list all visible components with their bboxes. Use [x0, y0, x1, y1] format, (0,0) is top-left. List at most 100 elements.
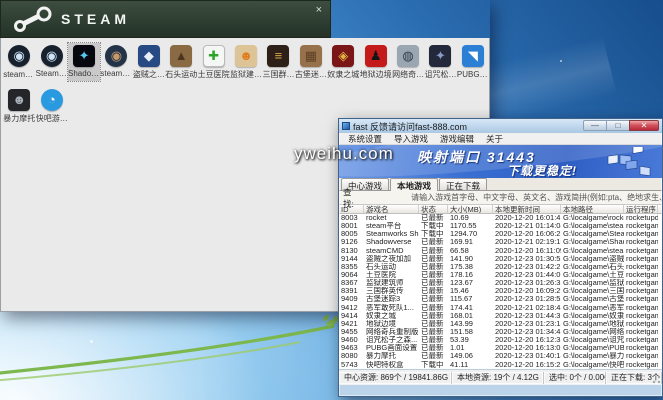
table-cell: 快吧特权盒 — [364, 361, 419, 369]
table-cell: rocket — [364, 214, 419, 222]
table-cell: 8130 — [339, 247, 364, 255]
table-row[interactable]: 8003rocket已最新10.692020-12-20 16:01:41G:\… — [339, 214, 662, 222]
table-row[interactable]: 8001steam平台下载中1170.552020-12-21 01:14:04… — [339, 222, 662, 230]
table-cell: 8003 — [339, 214, 364, 222]
table-row[interactable]: 9126Shadowverse已最新169.912020-12-21 02:19… — [339, 238, 662, 246]
table-row[interactable]: 9455网络奇兵重制版已最新151.582020-12-23 01:34:43G… — [339, 328, 662, 336]
table-cell: G:\localgame\网络奇兵重制... — [561, 328, 624, 336]
downloader-titlebar[interactable]: fast 反馈请访问fast-888.com —□✕ — [339, 119, 662, 133]
close-icon[interactable]: × — [316, 4, 322, 16]
table-cell: rocketgame.exe — [624, 336, 658, 344]
table-cell: 2020-12-20 16:09:29 — [493, 287, 561, 295]
slave-city-icon: ◈ — [332, 45, 354, 67]
app-shortcut[interactable]: ◍网络奇兵.. — [392, 43, 424, 81]
app-shortcut[interactable]: ◆盗贼之夜... — [133, 43, 165, 81]
maximize-button[interactable]: □ — [606, 120, 629, 131]
table-row[interactable]: 8367监狱建筑师已最新123.672020-12-23 01:26:32G:\… — [339, 279, 662, 287]
table-cell: 2020-12-21 02:19:16 — [493, 238, 561, 246]
table-row[interactable]: 9463PUBG画面设置已最新1.012020-12-20 16:13:02G:… — [339, 344, 662, 352]
limbo-icon: ♟ — [365, 45, 387, 67]
castle-mystery-icon: ▦ — [300, 45, 322, 67]
menu-item[interactable]: 关于 — [480, 133, 509, 145]
table-cell: 已最新 — [419, 320, 448, 328]
column-header[interactable]: ID — [339, 205, 364, 213]
table-row[interactable]: 8130steamCMD已最新66.582020-12-20 16:11:09G… — [339, 247, 662, 255]
app-shortcut[interactable]: ▦古堡迷踪③ — [295, 43, 327, 81]
app-shortcut-label: 地狱边境 — [360, 69, 392, 80]
menu-item[interactable]: 游戏编辑 — [434, 133, 480, 145]
table-cell: 9144 — [339, 255, 364, 263]
app-shortcut[interactable]: ♟ 地狱边境 — [359, 43, 391, 81]
minimize-button[interactable]: — — [583, 120, 606, 131]
app-shortcut[interactable]: ◉Steamwo... — [35, 43, 67, 81]
app-shortcut[interactable]: ◥PUBG图.. — [457, 43, 489, 81]
table-row[interactable]: 9421地狱边境已最新143.992020-12-23 01:23:13G:\l… — [339, 320, 662, 328]
steam-window-titlebar[interactable]: STEAM × — [0, 0, 331, 38]
boxes-graphic-icon — [602, 147, 654, 177]
app-shortcut[interactable]: ☻暴力摩托 — [3, 87, 36, 125]
menu-item[interactable]: 导入游戏 — [388, 133, 434, 145]
table-cell: 1.01 — [448, 344, 493, 352]
column-header[interactable]: 游戏名 — [364, 205, 419, 213]
table-cell: 已最新 — [419, 344, 448, 352]
table-row[interactable]: 8391三国群英传已最新15.462020-12-20 16:09:29G:\l… — [339, 287, 662, 295]
app-shortcut-label: 网络奇兵.. — [392, 69, 424, 80]
app-shortcut[interactable]: ◈奴隶之城 — [327, 43, 359, 81]
table-cell: 石头运动 — [364, 263, 419, 271]
table-cell: rocketgame.exe — [624, 279, 658, 287]
table-row[interactable]: 9414奴隶之城已最新168.012020-12-23 01:44:31G:\l… — [339, 312, 662, 320]
column-header[interactable]: 运行程序 — [624, 205, 658, 213]
app-shortcut[interactable]: ▲石头运动 — [165, 43, 197, 81]
close-button[interactable]: ✕ — [629, 120, 659, 131]
app-shortcut[interactable]: ✚土豆医院 — [197, 43, 229, 81]
app-shortcut[interactable]: ☻监狱建筑师 — [230, 43, 262, 81]
window-title: fast 反馈请访问fast-888.com — [353, 120, 467, 133]
table-cell: 地狱边境 — [364, 320, 419, 328]
table-cell: rocketgame.exe — [624, 344, 658, 352]
status-segment: 选中: 0个 / 0.00G — [544, 372, 606, 384]
watermark: yweihu.com — [294, 144, 394, 164]
table-cell: 8001 — [339, 222, 364, 230]
table-cell: 9409 — [339, 295, 364, 303]
table-row[interactable]: 9144盗贼之夜加加已最新141.902020-12-23 01:30:53G:… — [339, 255, 662, 263]
table-cell: G:\localgame\土豆医院\ — [561, 271, 624, 279]
table-cell: 8391 — [339, 287, 364, 295]
table-row[interactable]: 8355石头运动已最新175.382020-12-23 01:42:21G:\l… — [339, 263, 662, 271]
table-cell: 9455 — [339, 328, 364, 336]
table-cell: 174.41 — [448, 304, 493, 312]
table-cell: 2020-12-23 01:30:53 — [493, 255, 561, 263]
column-header[interactable]: 本地更新时间 — [493, 205, 561, 213]
column-header[interactable]: 本地路径 — [561, 205, 624, 213]
games-table: ID游戏名状态大小(MB)本地更新时间本地路径运行程序 8003rocket已最… — [339, 205, 662, 369]
tab-正在下载[interactable]: 正在下载 — [439, 178, 487, 190]
app-shortcut[interactable]: ≡三国群英传 — [262, 43, 294, 81]
potato-hospital-icon: ✚ — [203, 45, 225, 67]
tab-本地游戏[interactable]: 本地游戏 — [390, 178, 438, 191]
resize-grip[interactable] — [652, 375, 661, 384]
app-shortcut[interactable]: ✦诅咒松子.. — [424, 43, 456, 81]
column-header[interactable]: 状态 — [419, 205, 448, 213]
table-row[interactable]: 9064土豆医院已最新178.162020-12-23 01:44:06G:\l… — [339, 271, 662, 279]
table-row[interactable]: 5743快吧特权盒下载中41.112020-12-20 16:15:27G:\l… — [339, 361, 662, 369]
table-row[interactable]: 9409古堡迷踪3已最新115.672020-12-23 01:28:52G:\… — [339, 295, 662, 303]
menu-item[interactable]: 系统设置 — [342, 133, 388, 145]
table-row[interactable]: 9460诅咒松子之森...已最新53.392020-12-20 16:12:35… — [339, 336, 662, 344]
table-cell: 2020-12-23 01:34:43 — [493, 328, 561, 336]
table-row[interactable]: 8080暴力摩托已最新149.062020-12-23 01:40:18G:\l… — [339, 352, 662, 360]
app-shortcut[interactable]: ◉steam平台 — [3, 43, 35, 81]
app-shortcut-label: 暴力摩托 — [3, 113, 35, 124]
app-shortcut[interactable]: ✦Shadowv... — [68, 43, 100, 81]
app-shortcut[interactable]: ◔快吧游戏盒 — [36, 87, 69, 125]
table-row[interactable]: 8005Steamworks Sh...下载中1294.702020-12-20… — [339, 230, 662, 238]
table-cell: 2020-12-23 01:28:52 — [493, 295, 561, 303]
app-shortcut[interactable]: ◉steamCMD — [100, 43, 132, 81]
table-cell: 已最新 — [419, 287, 448, 295]
column-header[interactable]: 大小(MB) — [448, 205, 493, 213]
table-row[interactable]: 9412恶军敢死队1...已最新174.412020-12-21 02:18:4… — [339, 304, 662, 312]
app-shortcut-label: 诅咒松子.. — [424, 69, 456, 80]
table-cell: 2020-12-23 01:42:21 — [493, 263, 561, 271]
search-input[interactable]: 请输入游戏首字母、中文字母、英文名、游戏简拼(例如:pta、绝地求生、pubg、… — [411, 192, 662, 203]
table-cell: G:\localgame\rocket\ — [561, 214, 624, 222]
table-cell: rocketgame.exe — [624, 222, 658, 230]
table-cell: 151.58 — [448, 328, 493, 336]
